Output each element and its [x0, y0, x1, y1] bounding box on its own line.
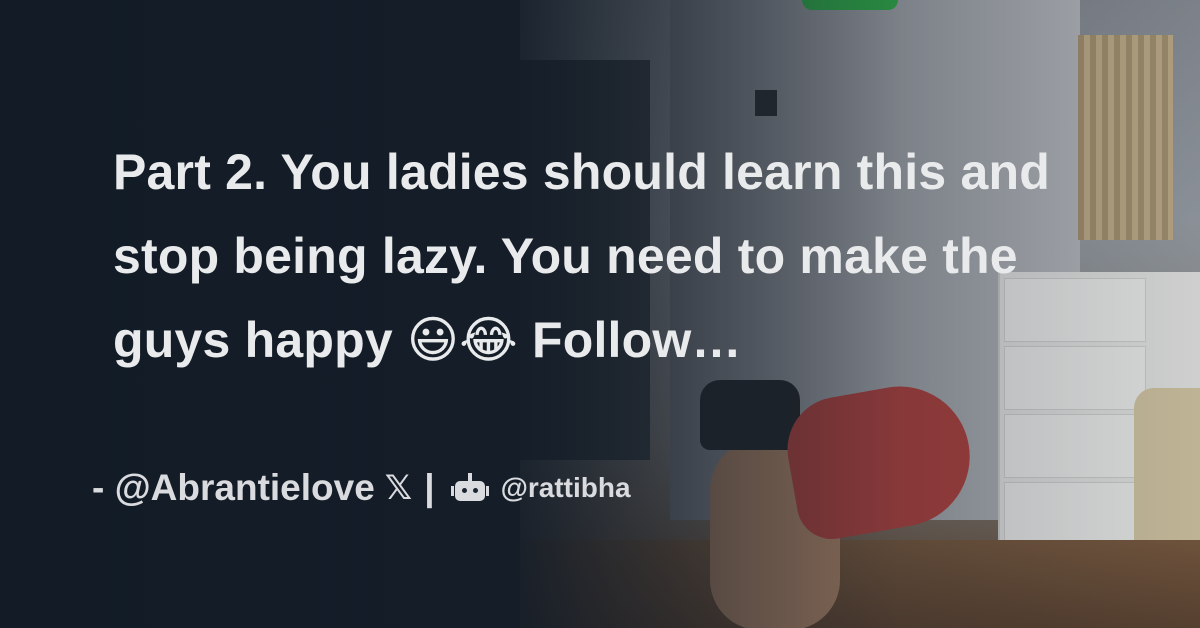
- author-handle: - @Abrantielove: [92, 467, 375, 508]
- share-card: Part 2. You ladies should learn this and…: [0, 0, 1200, 628]
- attribution-footer: - @Abrantielove 𝕏 | @rattibha: [92, 462, 631, 514]
- separator: |: [424, 467, 435, 508]
- x-logo-icon: 𝕏: [384, 469, 413, 507]
- tweet-text: Part 2. You ladies should learn this and…: [113, 144, 1050, 368]
- site-handle: @rattibha: [500, 472, 631, 503]
- robot-icon: [450, 473, 489, 503]
